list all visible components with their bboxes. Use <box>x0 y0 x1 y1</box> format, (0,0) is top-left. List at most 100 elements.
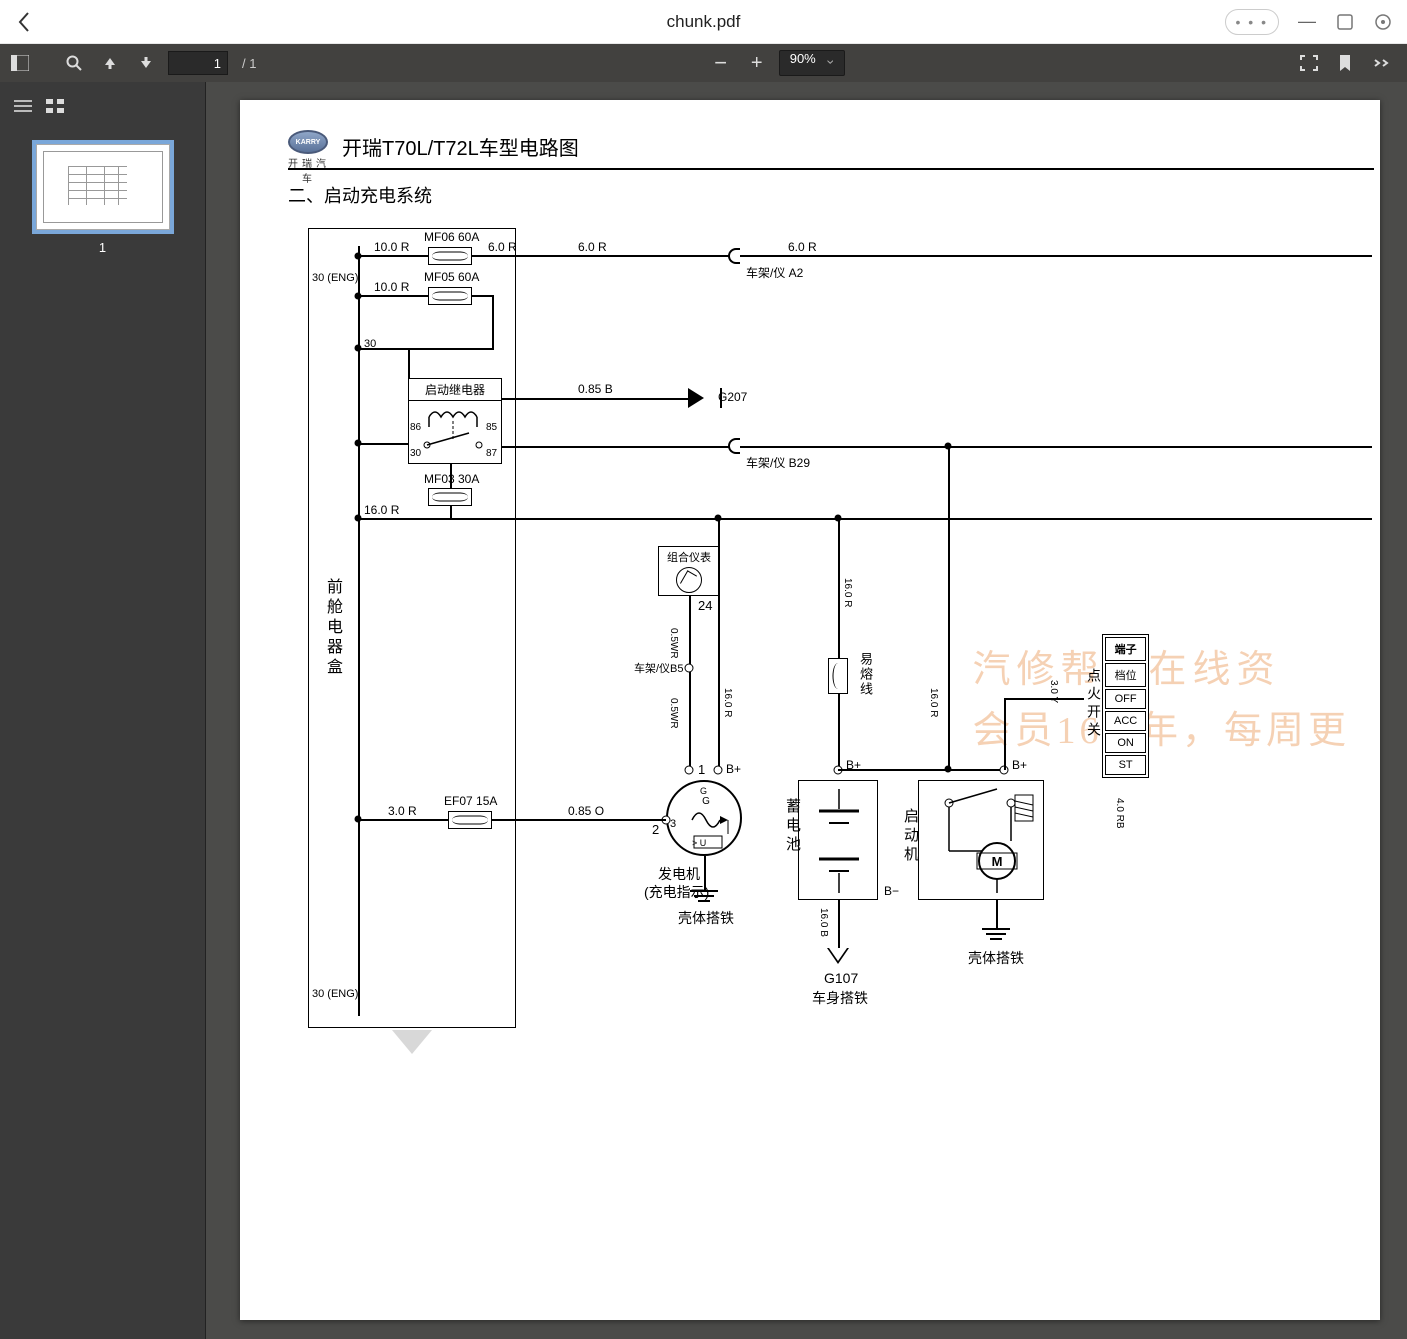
wire-085b: 0.85 B <box>578 382 613 396</box>
page-count: / 1 <box>242 56 256 71</box>
diode-icon <box>688 388 704 408</box>
label-starter: 启动机 <box>900 808 921 865</box>
label-30eng-bot: 30 (ENG) <box>312 988 358 1000</box>
svg-text:M: M <box>992 854 1003 869</box>
ign-on: ON <box>1105 733 1146 753</box>
fuse-mf06 <box>428 247 472 265</box>
menu-pill[interactable]: • • • <box>1225 9 1279 35</box>
wire-10r-b: 10.0 R <box>374 280 409 294</box>
label-conn-b5: 车架/仪B5 <box>634 660 684 676</box>
starter-ground-icon <box>982 928 1010 930</box>
pin-3: 3 <box>670 818 676 830</box>
brand-name: 开瑞汽车 <box>288 155 330 185</box>
label-generator: 发电机 <box>658 864 700 884</box>
wire-10r-a: 10.0 R <box>374 240 409 254</box>
ground-g107-icon <box>827 948 849 966</box>
thumbnail-number: 1 <box>36 240 169 255</box>
connector-a2 <box>728 248 740 264</box>
fullscreen-icon[interactable] <box>1295 49 1323 77</box>
minimize-icon[interactable]: — <box>1297 11 1317 32</box>
main-area: 1 KARRY 开瑞汽车 开瑞T70L/T72L车型电路图 二、启动充电系统 汽… <box>0 82 1407 1339</box>
ign-acc: ACC <box>1105 711 1146 731</box>
fuse-mf03 <box>428 488 472 506</box>
pin-2: 2 <box>652 822 659 837</box>
wire-05wr-a: 0.5WR <box>668 628 679 659</box>
label-conn-b29: 车架/仪 B29 <box>746 454 810 471</box>
brand-logo-text: KARRY <box>288 130 328 154</box>
ign-head-terminal: 端子 <box>1105 637 1146 661</box>
wire-4rb: 4.0 RB <box>1114 798 1125 829</box>
page-number-input[interactable] <box>168 51 228 75</box>
page-down-icon[interactable] <box>132 49 160 77</box>
front-fuse-box-label: 前舱电器盒 <box>320 578 344 678</box>
zoom-out-icon[interactable]: − <box>707 49 735 77</box>
page-thumbnail[interactable] <box>36 144 170 230</box>
brand-logo: KARRY 开瑞汽车 <box>288 130 330 162</box>
label-chassis-ground: 壳体搭铁 <box>678 908 734 928</box>
more-icon[interactable] <box>1367 49 1395 77</box>
label-efuse: 易熔线 <box>856 652 875 697</box>
sidebar-toggle-icon[interactable] <box>6 49 34 77</box>
label-ignition-switch: 点火开关 <box>1084 668 1104 740</box>
window-titlebar: chunk.pdf • • • — <box>0 0 1407 44</box>
zoom-in-icon[interactable]: + <box>743 49 771 77</box>
ign-off: OFF <box>1105 689 1146 709</box>
relay-pin-85: 85 <box>486 422 497 433</box>
wire-16r: 16.0 R <box>364 503 399 517</box>
pin-g: G <box>700 786 707 796</box>
label-starter-ground: 壳体搭铁 <box>968 948 1024 968</box>
batt-bminus: B− <box>884 884 899 898</box>
label-30eng-top: 30 (ENG) <box>312 272 358 284</box>
ignition-switch-table: 端子 档位 OFF ACC ON ST <box>1102 634 1149 778</box>
pdf-page: KARRY 开瑞汽车 开瑞T70L/T72L车型电路图 二、启动充电系统 汽修帮… <box>240 100 1380 1320</box>
label-g207: G207 <box>718 390 747 404</box>
relay-pin-86: 86 <box>410 422 421 433</box>
wire-16r-c: 16.0 R <box>842 578 853 607</box>
label-mf06: MF06 60A <box>424 230 479 244</box>
pin-u: > U <box>692 838 706 848</box>
thumbnail-view-icon[interactable] <box>46 99 64 118</box>
maximize-icon[interactable] <box>1335 14 1355 30</box>
continue-arrow-icon <box>392 1030 432 1054</box>
label-generator-sub: (充电指示) <box>644 882 709 902</box>
target-icon[interactable] <box>1373 13 1393 31</box>
instrument-cluster: 组合仪表 <box>658 546 720 596</box>
zoom-value: 90% <box>790 51 816 66</box>
pin-1: 1 <box>698 762 705 777</box>
wire-3y: 3.0 Y <box>1048 680 1059 703</box>
starter-motor: M <box>918 780 1044 900</box>
label-g107-sub: 车身搭铁 <box>812 988 868 1008</box>
search-icon[interactable] <box>60 49 88 77</box>
wire-0850: 0.85 O <box>568 804 604 818</box>
wire-6r-c: 6.0 R <box>788 240 817 254</box>
relay-pin-30: 30 <box>410 448 421 459</box>
page-up-icon[interactable] <box>96 49 124 77</box>
wire-6r-a: 6.0 R <box>488 240 517 254</box>
viewer-toolbar: / 1 − + 90% <box>0 44 1407 82</box>
wire-16b: 16.0 B <box>818 908 829 937</box>
document-viewport[interactable]: KARRY 开瑞汽车 开瑞T70L/T72L车型电路图 二、启动充电系统 汽修帮… <box>206 82 1407 1339</box>
zoom-select[interactable]: 90% <box>779 50 845 76</box>
wire-16r-b: 16.0 R <box>722 688 733 717</box>
thumbnail-panel: 1 <box>0 82 206 1339</box>
label-ef07: EF07 15A <box>444 794 497 808</box>
back-button[interactable] <box>10 11 38 33</box>
label-g107: G107 <box>824 970 858 986</box>
starter-bplus: B+ <box>1012 758 1027 772</box>
label-battery: 蓄电池 <box>782 798 803 855</box>
fuse-ef07 <box>448 811 492 829</box>
wire-6r-b: 6.0 R <box>578 240 607 254</box>
outline-view-icon[interactable] <box>14 99 32 118</box>
label-conn-a2: 车架/仪 A2 <box>746 264 803 281</box>
wire-3r: 3.0 R <box>388 804 417 818</box>
gen-bplus: B+ <box>726 762 741 776</box>
bookmark-icon[interactable] <box>1331 49 1359 77</box>
wire-05wr-b: 0.5WR <box>668 698 679 729</box>
label-mf05: MF05 60A <box>424 270 479 284</box>
ign-st: ST <box>1105 755 1146 775</box>
document-title: 开瑞T70L/T72L车型电路图 <box>342 132 579 161</box>
relay-pin-87: 87 <box>486 448 497 459</box>
cluster-label: 组合仪表 <box>667 552 711 564</box>
document-header: KARRY 开瑞汽车 开瑞T70L/T72L车型电路图 <box>288 130 1374 170</box>
circuit-diagram: 前舱电器盒 30 (ENG) 30 30 (ENG) 10.0 R MF06 6… <box>288 228 1380 1188</box>
